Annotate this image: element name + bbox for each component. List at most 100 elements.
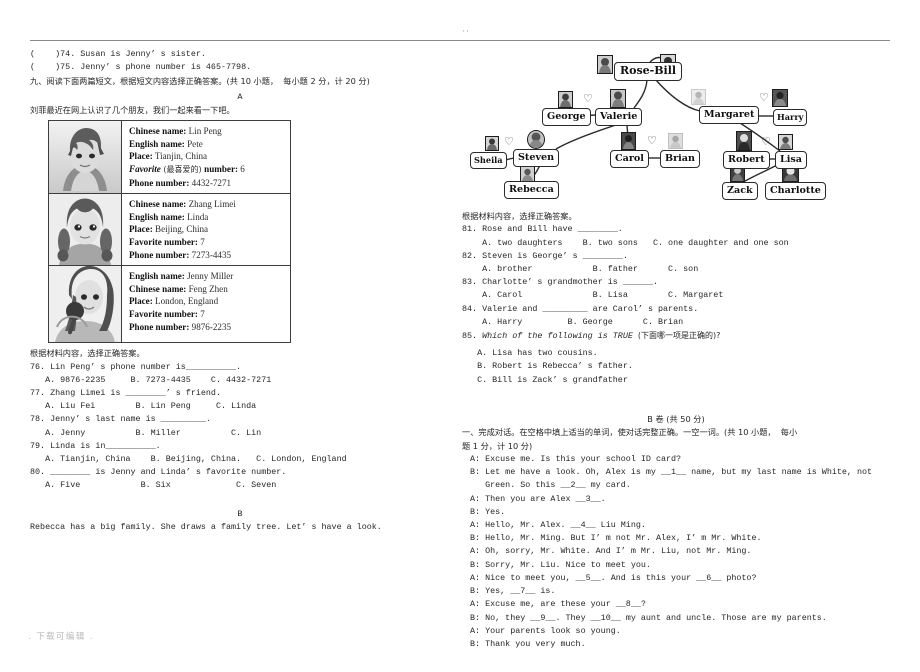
instruction-a: 根据材料内容，选择正确答案。 — [30, 348, 145, 359]
question-stem: 85. Which of the following is TRUE (下面哪一… — [462, 329, 890, 343]
row-value: Tianjin, China — [152, 151, 208, 162]
profile-row: Chinese name: Zhang Limei — [129, 198, 285, 211]
dialogue-line: A: Excuse me, are these your __8__? — [470, 599, 646, 610]
avatar — [49, 121, 122, 194]
question-83: 83. Charlotte’ s grandmother is ______. … — [462, 276, 890, 302]
tree-node-robert[interactable]: Robert — [723, 151, 770, 169]
dialogue-line: A: Oh, sorry, Mr. White. And I’ m Mr. Li… — [470, 546, 752, 557]
question-75: ( )75. Jenny’ s phone number is 465-7798… — [30, 62, 252, 73]
question-78: 78. Jenny’ s last name is _________. A. … — [30, 413, 450, 439]
tree-node-lisa[interactable]: Lisa — [775, 151, 808, 169]
worksheet-page: ·· . 下载可编辑 . ( )74. Susan is Jenny’ s si… — [0, 0, 920, 672]
dialogue-line: A: Your parents look so young. — [470, 625, 621, 636]
row-value: 6 — [238, 164, 245, 174]
row-value: London, England — [152, 296, 219, 307]
profile-card-list: Chinese name: Lin Peng English name: Pet… — [48, 120, 450, 344]
profile-row: Favorite number: 7 — [129, 236, 285, 249]
tree-node-valerie[interactable]: Valerie — [595, 108, 643, 126]
tree-node-margaret[interactable]: Margaret — [699, 106, 760, 124]
dialogue-line: B: Hello, Mr. Ming. But I’ m not Mr. Ale… — [470, 533, 762, 544]
dialogue-line: Green. So this __2__ my card. — [470, 480, 631, 491]
question-options: A. two daughters B. two sons C. one daug… — [462, 237, 789, 248]
boy-spiky-hair-icon — [49, 121, 121, 194]
family-tree-diagram: ♡ ♡ ♡ ♡ ♡ Rose-Bill George Valerie Marga… — [464, 48, 888, 208]
profile-info: Chinese name: Zhang Limei English name: … — [122, 194, 290, 265]
thumb-valerie — [610, 89, 626, 108]
thumb-steven — [527, 130, 545, 149]
row-label-2: number: — [204, 164, 239, 174]
passage-a-letter: A — [237, 91, 243, 102]
profile-info: Chinese name: Lin Peng English name: Pet… — [122, 121, 290, 193]
question-stem: 79. Linda is in__________. — [30, 440, 161, 451]
dialogue-line: B: Sorry, Mr. Liu. Nice to meet you. — [470, 559, 651, 570]
tree-node-zack[interactable]: Zack — [722, 182, 758, 200]
heart-icon: ♡ — [761, 135, 771, 148]
profile-row: Phone number: 7273-4435 — [129, 249, 285, 262]
passage-a-intro: 刘菲最近在网上认识了几个朋友，我们一起来看一下吧。 — [30, 104, 235, 115]
row-label: Chinese name: — [129, 283, 187, 294]
profile-info: English name: Jenny Miller Chinese name:… — [122, 266, 290, 342]
tree-node-harry[interactable]: Harry — [773, 109, 808, 126]
thumb-harry — [772, 89, 788, 107]
dialogue-line: A: Excuse me. Is this your school ID car… — [470, 454, 682, 465]
passage-b-letter: B — [237, 508, 243, 519]
thumb-carol — [621, 132, 636, 150]
dialogue-line: A: Hello, Mr. Alex. __4__ Liu Ming. — [470, 520, 646, 531]
row-label-cn: (最喜爱的) — [160, 165, 205, 174]
right-column: ♡ ♡ ♡ ♡ ♡ Rose-Bill George Valerie Marga… — [462, 48, 890, 651]
tree-node-rebecca[interactable]: Rebecca — [504, 181, 559, 199]
question-options: A. Jenny B. Miller C. Lin — [30, 427, 262, 438]
profile-card: English name: Jenny Miller Chinese name:… — [48, 265, 291, 344]
dialogue-line: B: No, they __9__. They __10__ my aunt a… — [470, 612, 827, 623]
question-options: A. Carol B. Lisa C. Margaret — [462, 290, 724, 301]
paper-b-heading-line2: 题 1 分，计 10 分) — [462, 440, 533, 451]
thumb-brian — [668, 133, 683, 149]
tree-node-steven[interactable]: Steven — [513, 149, 560, 167]
profile-row: Favorite number: 7 — [129, 308, 285, 321]
row-label: Chinese name: — [129, 126, 187, 137]
profile-row: Favorite (最喜爱的) number: 6 — [129, 163, 285, 177]
question-stem: 83. Charlotte’ s grandmother is ______. — [462, 277, 659, 288]
question-options: A. 9876-2235 B. 7273-4435 C. 4432-7271 — [30, 374, 272, 385]
footer-watermark: . 下载可编辑 . — [28, 632, 94, 642]
profile-row: Phone number: 9876-2235 — [129, 321, 285, 334]
question-options: A. Liu Fei B. Lin Peng C. Linda — [30, 401, 257, 412]
profile-row: Phone number: 4432-7271 — [129, 177, 285, 190]
tree-node-sheila[interactable]: Sheila — [470, 152, 507, 169]
question-74: ( )74. Susan is Jenny’ s sister. — [30, 49, 206, 59]
avatar — [49, 194, 122, 266]
profile-row: Chinese name: Lin Peng — [129, 125, 285, 138]
section-nine-heading: 九、阅读下面两篇短文，根据短文内容选择正确答案。(共 10 小题， 每小题 2 … — [30, 76, 370, 87]
profile-row: English name: Linda — [129, 211, 285, 224]
tree-node-carol[interactable]: Carol — [610, 150, 649, 168]
dialogue-line: A: Then you are Alex __3__. — [470, 493, 606, 504]
tree-node-charlotte[interactable]: Charlotte — [765, 182, 826, 200]
row-value: 7 — [197, 236, 205, 247]
row-value: Jenny Miller — [184, 271, 234, 282]
tree-node-rose-bill[interactable]: Rose-Bill — [614, 62, 683, 81]
row-label: English name: — [129, 138, 185, 149]
tree-node-george[interactable]: George — [542, 108, 591, 126]
thumb-rebecca — [520, 166, 535, 182]
profile-row: Chinese name: Feng Zhen — [129, 283, 285, 296]
tree-node-brian[interactable]: Brian — [660, 150, 700, 168]
question-stem: 77. Zhang Limei is ________’ s friend. — [30, 387, 221, 398]
heart-icon: ♡ — [504, 135, 514, 148]
girl-braids-icon — [49, 194, 121, 266]
dialogue-line: A: Nice to meet you, __5__. And is this … — [470, 572, 757, 583]
stem-number: 85. — [462, 331, 483, 342]
question-80: 80. ________ is Jenny and Linda’ s favor… — [30, 466, 450, 492]
heart-icon: ♡ — [759, 91, 769, 104]
row-value: Pete — [184, 138, 203, 149]
row-label: English name: — [129, 211, 185, 222]
stem-cn: (下面哪一项是正确的)? — [637, 331, 721, 341]
profile-row: Place: Beijing, China — [129, 223, 285, 236]
row-value: Feng Zhen — [186, 283, 228, 294]
paper-b-title: B 卷 (共 50 分) — [647, 413, 705, 424]
question-options: A. Harry B. George C. Brian — [462, 316, 684, 327]
instruction-b: 根据材料内容，选择正确答案。 — [462, 211, 577, 221]
question-options: A. Tianjin, China B. Beijing, China. C. … — [30, 453, 347, 464]
avatar — [49, 266, 122, 343]
row-label: Phone number: — [129, 321, 190, 332]
passage-b-intro: Rebecca has a big family. She draws a fa… — [30, 521, 382, 532]
